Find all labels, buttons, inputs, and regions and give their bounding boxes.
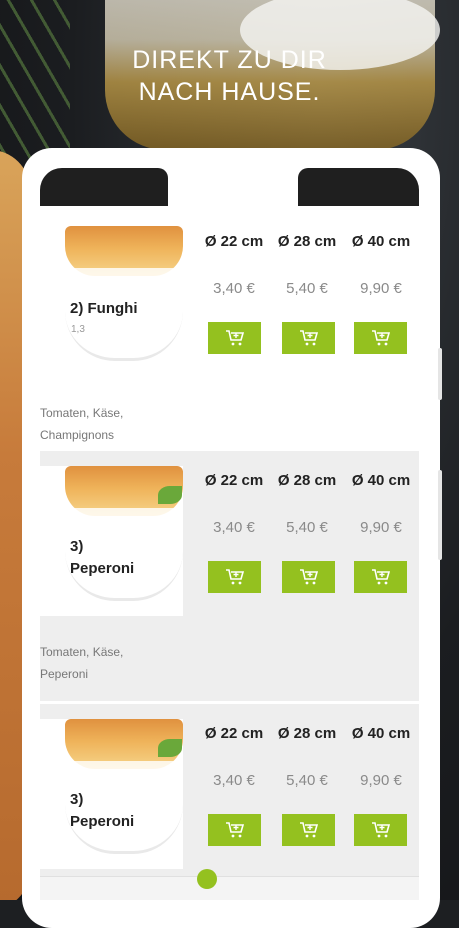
price-40: 9,90 € <box>360 519 402 536</box>
size-label-28: Ø 28 cm <box>277 725 337 742</box>
size-label-40: Ø 40 cm <box>351 233 411 250</box>
price-22: 3,40 € <box>213 280 255 297</box>
product-card-funghi: 2) Funghi 1,3 Ø 22 cm Ø 28 cm Ø 40 cm 3,… <box>40 206 419 450</box>
cart-plus-icon <box>371 822 390 838</box>
cart-plus-icon <box>299 569 318 585</box>
size-label-40: Ø 40 cm <box>351 725 411 742</box>
cart-plus-icon <box>299 822 318 838</box>
size-label-28: Ø 28 cm <box>277 233 337 250</box>
size-label-22: Ø 22 cm <box>204 472 264 489</box>
price-28: 5,40 € <box>286 280 328 297</box>
cart-plus-icon <box>225 822 244 838</box>
size-label-22: Ø 22 cm <box>204 233 264 250</box>
add-to-cart-button[interactable] <box>354 814 407 846</box>
add-to-cart-button[interactable] <box>208 814 261 846</box>
size-label-22: Ø 22 cm <box>204 725 264 742</box>
price-40: 9,90 € <box>360 772 402 789</box>
add-to-cart-button[interactable] <box>282 561 335 593</box>
bottom-bar <box>40 869 419 900</box>
add-to-cart-button[interactable] <box>208 561 261 593</box>
product-description: Tomaten, Käse, Peperoni <box>40 645 124 681</box>
product-name: 3) Peperoni <box>70 538 135 577</box>
phone-notch-right <box>298 168 419 206</box>
app-screen: 2) Funghi 1,3 Ø 22 cm Ø 28 cm Ø 40 cm 3,… <box>40 206 419 900</box>
cart-plus-icon <box>225 330 244 346</box>
cart-plus-icon <box>299 330 318 346</box>
product-card-peperoni: 3) Peperoni Ø 22 cm Ø 28 cm Ø 40 cm 3,40… <box>40 451 419 701</box>
product-description: Tomaten, Käse, Champignons <box>40 406 124 442</box>
headline: DIREKT ZU DIR NACH HAUSE. <box>0 44 459 108</box>
phone-notch-left <box>40 168 168 206</box>
add-to-cart-button[interactable] <box>282 814 335 846</box>
headline-line-2: NACH HAUSE. <box>138 78 321 106</box>
add-to-cart-button[interactable] <box>354 322 407 354</box>
scroll-indicator-dot[interactable] <box>197 869 217 889</box>
cart-plus-icon <box>371 330 390 346</box>
price-22: 3,40 € <box>213 772 255 789</box>
cart-plus-icon <box>371 569 390 585</box>
add-to-cart-button[interactable] <box>208 322 261 354</box>
add-to-cart-button[interactable] <box>354 561 407 593</box>
add-to-cart-button[interactable] <box>282 322 335 354</box>
product-card-peperoni: 3) Peperoni Ø 22 cm Ø 28 cm Ø 40 cm 3,40… <box>40 704 419 876</box>
headline-line-1: DIREKT ZU DIR <box>132 46 327 74</box>
product-name: 2) Funghi <box>70 300 138 317</box>
cart-plus-icon <box>225 569 244 585</box>
phone-side-button <box>438 348 442 400</box>
size-label-40: Ø 40 cm <box>351 472 411 489</box>
price-28: 5,40 € <box>286 772 328 789</box>
size-label-28: Ø 28 cm <box>277 472 337 489</box>
price-28: 5,40 € <box>286 519 328 536</box>
price-40: 9,90 € <box>360 280 402 297</box>
product-allergen-note: 1,3 <box>71 324 85 335</box>
phone-side-button <box>438 470 442 560</box>
product-name: 3) Peperoni <box>70 791 135 830</box>
price-22: 3,40 € <box>213 519 255 536</box>
